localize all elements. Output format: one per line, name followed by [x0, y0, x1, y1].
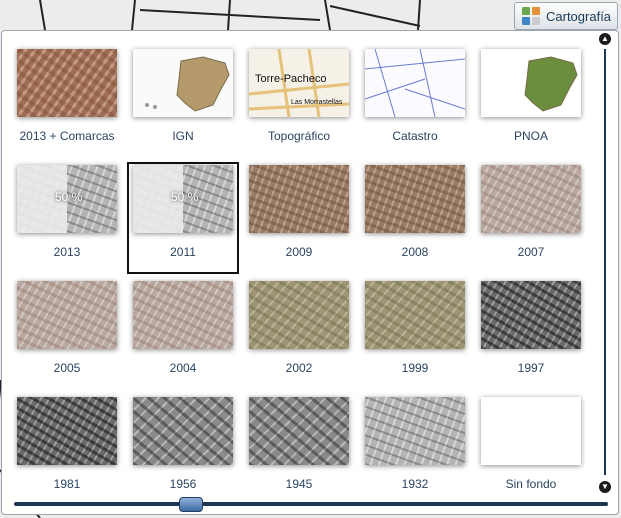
scroll-up-icon[interactable]: ▲: [599, 33, 611, 45]
basemap-thumbnail[interactable]: [481, 165, 581, 233]
basemap-thumbnail[interactable]: [365, 281, 465, 349]
basemap-thumbnail[interactable]: 50 %: [133, 165, 233, 233]
basemap-label: 2007: [517, 245, 545, 259]
spain-map-icon: [145, 56, 230, 112]
basemap-tile[interactable]: 1981: [12, 395, 122, 505]
vertical-scrollbar[interactable]: ▲ ▼: [598, 33, 612, 493]
basemap-tile[interactable]: Sin fondo: [476, 395, 586, 505]
basemap-thumbnail[interactable]: [133, 397, 233, 465]
scroll-track[interactable]: [604, 49, 606, 475]
opacity-badge: 50 %: [55, 190, 83, 204]
basemap-thumbnail[interactable]: [249, 397, 349, 465]
basemap-label: 2005: [53, 361, 81, 375]
basemap-thumbnail[interactable]: [249, 165, 349, 233]
basemap-tile[interactable]: Catastro: [360, 47, 470, 157]
basemap-tile[interactable]: Torre-Pacheco Las Morrastellas Topográfico: [244, 47, 354, 157]
basemap-thumbnail[interactable]: [249, 281, 349, 349]
basemap-thumbnail[interactable]: [133, 281, 233, 349]
opacity-badge: 50 %: [171, 190, 199, 204]
basemap-tile[interactable]: 2002: [244, 279, 354, 389]
cartografia-button[interactable]: Cartografía: [514, 2, 618, 30]
basemap-grid: 2013 + Comarcas IGN Torre-Pacheco Las Morra…: [2, 31, 592, 491]
layers-grid-icon: [522, 7, 540, 25]
slider-handle[interactable]: [179, 497, 203, 512]
basemap-label: 2002: [285, 361, 313, 375]
scroll-down-icon[interactable]: ▼: [599, 481, 611, 493]
slider-track[interactable]: [14, 502, 608, 506]
basemap-tile[interactable]: 1997: [476, 279, 586, 389]
basemap-tile[interactable]: 2004: [128, 279, 238, 389]
basemap-label: 2009: [285, 245, 313, 259]
basemap-label: 1956: [169, 477, 197, 491]
basemap-label: 2011: [170, 245, 196, 259]
basemap-thumbnail[interactable]: [17, 281, 117, 349]
basemap-tile[interactable]: 50 % 2013: [12, 163, 122, 273]
topo-town-label: Torre-Pacheco: [255, 73, 327, 85]
basemap-thumbnail[interactable]: [17, 49, 117, 117]
basemap-label: 1932: [401, 477, 429, 491]
basemap-panel: 2013 + Comarcas IGN Torre-Pacheco Las Morra…: [1, 30, 619, 515]
basemap-thumbnail[interactable]: [17, 397, 117, 465]
basemap-label: 2013: [53, 245, 81, 259]
basemap-thumbnail[interactable]: [365, 397, 465, 465]
opacity-slider[interactable]: [14, 497, 608, 512]
basemap-label: 1945: [285, 477, 313, 491]
basemap-label: Catastro: [392, 129, 438, 143]
basemap-label: Sin fondo: [505, 477, 557, 491]
basemap-label: 1999: [401, 361, 429, 375]
basemap-tile[interactable]: 50 % 2011: [127, 162, 239, 274]
basemap-label: IGN: [172, 129, 194, 143]
basemap-thumbnail[interactable]: [365, 165, 465, 233]
basemap-tile[interactable]: IGN: [128, 47, 238, 157]
basemap-thumbnail[interactable]: [481, 397, 581, 465]
basemap-label: Topográfico: [267, 129, 331, 143]
basemap-thumbnail[interactable]: Torre-Pacheco Las Morrastellas: [249, 49, 349, 117]
basemap-tile[interactable]: 1999: [360, 279, 470, 389]
basemap-tile[interactable]: 1945: [244, 395, 354, 505]
basemap-label: 2008: [401, 245, 429, 259]
spain-map-icon: [524, 56, 578, 112]
basemap-tile[interactable]: 1932: [360, 395, 470, 505]
basemap-thumbnail[interactable]: [481, 281, 581, 349]
topo-place-label: Las Morrastellas: [291, 99, 343, 106]
basemap-thumbnail[interactable]: [133, 49, 233, 117]
basemap-tile[interactable]: 2009: [244, 163, 354, 273]
basemap-tile[interactable]: 2005: [12, 279, 122, 389]
basemap-label: 2004: [169, 361, 197, 375]
basemap-label: 1997: [517, 361, 545, 375]
basemap-tile[interactable]: 2008: [360, 163, 470, 273]
basemap-tile[interactable]: 2007: [476, 163, 586, 273]
basemap-label: PNOA: [513, 129, 548, 143]
basemap-thumbnail[interactable]: 50 %: [17, 165, 117, 233]
cadastre-lines-icon: [365, 49, 465, 117]
basemap-thumbnail[interactable]: [365, 49, 465, 117]
basemap-tile[interactable]: 2013 + Comarcas: [12, 47, 122, 157]
cartografia-label: Cartografía: [546, 8, 612, 24]
basemap-label: 2013 + Comarcas: [19, 129, 115, 143]
basemap-label: 1981: [53, 477, 81, 491]
basemap-tile[interactable]: 1956: [128, 395, 238, 505]
basemap-tile[interactable]: PNOA: [476, 47, 586, 157]
basemap-thumbnail[interactable]: [481, 49, 581, 117]
